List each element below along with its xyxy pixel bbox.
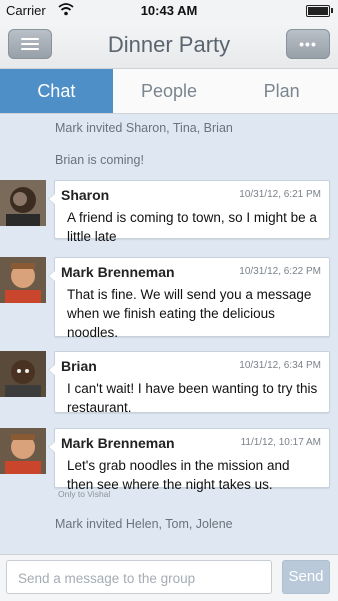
message-timestamp: 10/31/12, 6:21 PM xyxy=(239,189,321,200)
message-text: I can't wait! I have been wanting to try… xyxy=(67,381,318,415)
message-bubble: Sharon 10/31/12, 6:21 PM A friend is com… xyxy=(48,180,330,244)
status-bar: Carrier 10:43 AM xyxy=(0,0,338,20)
system-message: Mark invited Helen, Tom, Jolene xyxy=(55,517,233,531)
tab-chat[interactable]: Chat xyxy=(0,69,113,113)
message-sender: Brian xyxy=(61,358,97,374)
ellipsis-icon: ••• xyxy=(299,36,317,52)
avatar[interactable] xyxy=(0,257,46,303)
avatar[interactable] xyxy=(0,180,46,226)
avatar[interactable] xyxy=(0,351,46,397)
message-bubble: Brian 10/31/12, 6:34 PM I can't wait! I … xyxy=(48,351,330,415)
send-button[interactable]: Send xyxy=(282,560,330,594)
message-bubble: Mark Brenneman 11/1/12, 10:17 AM Let's g… xyxy=(48,428,330,492)
message-composer: Send xyxy=(0,554,338,601)
chat-feed[interactable]: Mark invited Sharon, Tina, Brian Brian i… xyxy=(0,114,338,554)
message-timestamp: 10/31/12, 6:34 PM xyxy=(239,360,321,371)
message-timestamp: 11/1/12, 10:17 AM xyxy=(240,437,321,448)
message-input-box[interactable] xyxy=(6,560,272,594)
system-message: Brian is coming! xyxy=(55,153,144,167)
clock-time: 10:43 AM xyxy=(140,3,198,18)
battery-tip xyxy=(331,8,333,13)
avatar[interactable] xyxy=(0,428,46,474)
more-options-button[interactable]: ••• xyxy=(286,29,330,59)
battery-icon xyxy=(306,5,330,17)
message-text: A friend is coming to town, so I might b… xyxy=(67,210,317,244)
message-timestamp: 10/31/12, 6:22 PM xyxy=(239,266,321,277)
system-message: Mark invited Sharon, Tina, Brian xyxy=(55,121,233,135)
message-text: That is fine. We will send you a message… xyxy=(67,287,312,340)
message-sender: Mark Brenneman xyxy=(61,435,175,451)
message-sender: Mark Brenneman xyxy=(61,264,175,280)
tab-plan[interactable]: Plan xyxy=(225,69,338,113)
visibility-note: Only to Vishal xyxy=(58,489,111,499)
tab-bar: Chat People Plan xyxy=(0,69,338,114)
message-bubble: Mark Brenneman 10/31/12, 6:22 PM That is… xyxy=(48,257,330,340)
nav-bar: Dinner Party ••• xyxy=(0,20,338,69)
message-sender: Sharon xyxy=(61,187,110,203)
message-input[interactable] xyxy=(16,562,270,594)
tab-people[interactable]: People xyxy=(113,69,226,113)
